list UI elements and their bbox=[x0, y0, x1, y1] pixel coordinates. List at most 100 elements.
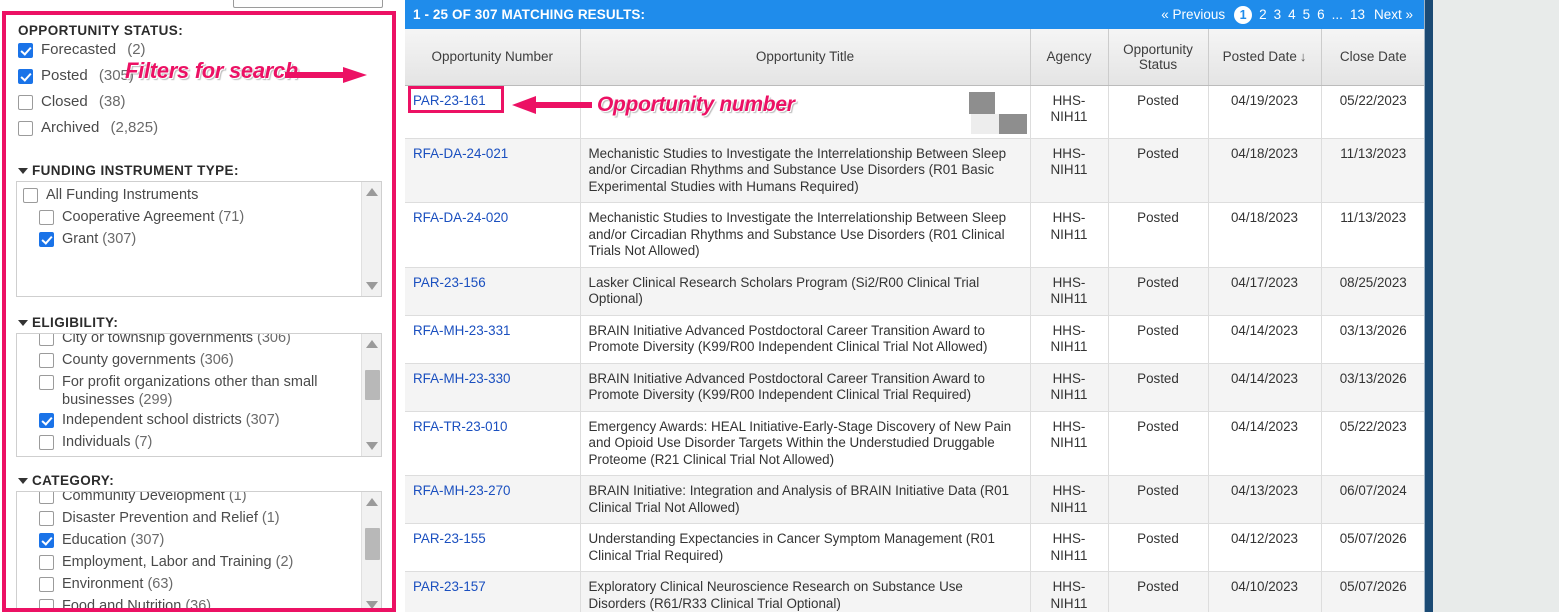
redaction-overlay bbox=[589, 93, 1022, 131]
filter-checkbox-forecasted[interactable]: Forecasted (2) bbox=[16, 41, 382, 65]
filter-checkbox-posted[interactable]: Posted (305) bbox=[16, 67, 382, 91]
pagination-page-4[interactable]: 4 bbox=[1288, 7, 1296, 22]
chevron-down-icon[interactable] bbox=[18, 320, 28, 326]
column-header-opportunity-title[interactable]: Opportunity Title bbox=[580, 29, 1030, 85]
filter-checkbox-county-governments[interactable]: County governments (306) bbox=[21, 351, 357, 371]
scroll-up-arrow-icon[interactable] bbox=[366, 188, 378, 196]
cell-posted-date: 04/17/2023 bbox=[1208, 267, 1321, 315]
section-title-funding-instrument-type[interactable]: FUNDING INSTRUMENT TYPE: bbox=[18, 163, 382, 178]
chevron-down-icon[interactable] bbox=[18, 168, 28, 174]
filter-label: Individuals bbox=[62, 434, 131, 450]
filter-checkbox-grant[interactable]: Grant (307) bbox=[21, 230, 357, 250]
checkbox-icon[interactable] bbox=[39, 435, 54, 450]
pagination: « Previous 1 2 3 4 5 6 ... 13 Next » bbox=[1159, 6, 1415, 24]
cell-opportunity-number: PAR-23-156 bbox=[405, 267, 580, 315]
filter-checkbox-community-development[interactable]: Community Development (1) bbox=[21, 491, 357, 507]
filter-checkbox-archived[interactable]: Archived (2,825) bbox=[16, 119, 382, 143]
checkbox-icon[interactable] bbox=[39, 533, 54, 548]
pagination-page-13[interactable]: 13 bbox=[1350, 7, 1365, 22]
cell-posted-date: 04/14/2023 bbox=[1208, 411, 1321, 476]
scrollbar-thumb[interactable] bbox=[365, 370, 380, 400]
opportunity-number-link[interactable]: RFA-TR-23-010 bbox=[413, 419, 508, 434]
opportunity-number-link[interactable]: PAR-23-157 bbox=[413, 579, 486, 594]
grants-search-page: OPPORTUNITY STATUS: Forecasted (2) Poste… bbox=[0, 0, 1559, 612]
filter-checkbox-all-funding-instruments[interactable]: All Funding Instruments bbox=[21, 186, 357, 206]
filter-checkbox-disaster-prevention-and-relief[interactable]: Disaster Prevention and Relief (1) bbox=[21, 509, 357, 529]
category-scrollbar[interactable] bbox=[361, 492, 381, 612]
opportunity-number-link[interactable]: RFA-MH-23-331 bbox=[413, 323, 510, 338]
right-scrollbar-rail[interactable] bbox=[1425, 0, 1433, 612]
column-header-agency[interactable]: Agency bbox=[1030, 29, 1108, 85]
eligibility-scrollbar[interactable] bbox=[361, 334, 381, 456]
filter-checkbox-employment-labor-and-training[interactable]: Employment, Labor and Training (2) bbox=[21, 553, 357, 573]
pagination-previous[interactable]: « Previous bbox=[1161, 7, 1225, 22]
table-row[interactable]: RFA-MH-23-331 BRAIN Initiative Advanced … bbox=[405, 315, 1425, 363]
opportunity-number-link[interactable]: RFA-DA-24-020 bbox=[413, 210, 508, 225]
checkbox-icon[interactable] bbox=[39, 511, 54, 526]
checkbox-icon[interactable] bbox=[39, 413, 54, 428]
table-row[interactable]: PAR-23-156 Lasker Clinical Research Scho… bbox=[405, 267, 1425, 315]
filter-count: (1) bbox=[262, 510, 280, 526]
column-header-opportunity-status[interactable]: Opportunity Status bbox=[1108, 29, 1208, 85]
checkbox-icon[interactable] bbox=[39, 375, 54, 390]
checkbox-icon[interactable] bbox=[18, 95, 33, 110]
search-field-stub[interactable] bbox=[233, 0, 383, 8]
scroll-up-arrow-icon[interactable] bbox=[366, 340, 378, 348]
table-row[interactable]: RFA-MH-23-270 BRAIN Initiative: Integrat… bbox=[405, 476, 1425, 524]
filter-checkbox-cooperative-agreement[interactable]: Cooperative Agreement (71) bbox=[21, 208, 357, 228]
table-row[interactable]: PAR-23-155 Understanding Expectancies in… bbox=[405, 524, 1425, 572]
table-row[interactable]: RFA-DA-24-021 Mechanistic Studies to Inv… bbox=[405, 138, 1425, 203]
checkbox-icon[interactable] bbox=[39, 353, 54, 368]
scroll-down-arrow-icon[interactable] bbox=[366, 442, 378, 450]
scrollbar-thumb[interactable] bbox=[365, 528, 380, 560]
pagination-page-3[interactable]: 3 bbox=[1274, 7, 1282, 22]
table-row[interactable]: PAR-23-161 HHS-NIH11 Posted 04/19/2023 0… bbox=[405, 85, 1425, 138]
checkbox-icon[interactable] bbox=[18, 43, 33, 58]
table-row[interactable]: RFA-MH-23-330 BRAIN Initiative Advanced … bbox=[405, 363, 1425, 411]
filter-checkbox-closed[interactable]: Closed (38) bbox=[16, 93, 382, 117]
opportunity-number-link[interactable]: RFA-MH-23-330 bbox=[413, 371, 510, 386]
checkbox-icon[interactable] bbox=[39, 491, 54, 504]
opportunity-number-link[interactable]: PAR-23-161 bbox=[413, 93, 486, 108]
column-header-opportunity-number[interactable]: Opportunity Number bbox=[405, 29, 580, 85]
filter-checkbox-individuals[interactable]: Individuals (7) bbox=[21, 433, 357, 453]
section-title-category[interactable]: CATEGORY: bbox=[18, 473, 382, 488]
scroll-down-arrow-icon[interactable] bbox=[366, 282, 378, 290]
column-header-close-date[interactable]: Close Date bbox=[1321, 29, 1425, 85]
pagination-page-1[interactable]: 1 bbox=[1234, 6, 1252, 24]
chevron-down-icon[interactable] bbox=[18, 478, 28, 484]
scroll-up-arrow-icon[interactable] bbox=[366, 498, 378, 506]
opportunity-number-link[interactable]: RFA-MH-23-270 bbox=[413, 483, 510, 498]
cell-agency: HHS-NIH11 bbox=[1030, 411, 1108, 476]
checkbox-icon[interactable] bbox=[39, 555, 54, 570]
pagination-page-6[interactable]: 6 bbox=[1317, 7, 1325, 22]
filter-checkbox-environment[interactable]: Environment (63) bbox=[21, 575, 357, 595]
table-row[interactable]: RFA-TR-23-010 Emergency Awards: HEAL Ini… bbox=[405, 411, 1425, 476]
filter-checkbox-education[interactable]: Education (307) bbox=[21, 531, 357, 551]
scroll-down-arrow-icon[interactable] bbox=[366, 601, 378, 609]
checkbox-icon[interactable] bbox=[18, 69, 33, 84]
table-row[interactable]: RFA-DA-24-020 Mechanistic Studies to Inv… bbox=[405, 203, 1425, 268]
checkbox-icon[interactable] bbox=[39, 232, 54, 247]
checkbox-icon[interactable] bbox=[39, 577, 54, 592]
results-panel: 1 - 25 OF 307 MATCHING RESULTS: « Previo… bbox=[405, 0, 1425, 612]
section-title-eligibility[interactable]: ELIGIBILITY: bbox=[18, 315, 382, 330]
opportunity-number-link[interactable]: PAR-23-156 bbox=[413, 275, 486, 290]
filter-checkbox-city-or-township-governments[interactable]: City or township governments (306) bbox=[21, 333, 357, 349]
funding-instrument-scrollbar[interactable] bbox=[361, 182, 381, 296]
opportunity-number-link[interactable]: PAR-23-155 bbox=[413, 531, 486, 546]
checkbox-icon[interactable] bbox=[23, 188, 38, 203]
opportunity-number-link[interactable]: RFA-DA-24-021 bbox=[413, 146, 508, 161]
filter-checkbox-for-profit-organizations[interactable]: For profit organizations other than smal… bbox=[21, 373, 357, 409]
checkbox-icon[interactable] bbox=[39, 599, 54, 612]
table-row[interactable]: PAR-23-157 Exploratory Clinical Neurosci… bbox=[405, 572, 1425, 612]
filter-checkbox-independent-school-districts[interactable]: Independent school districts (307) bbox=[21, 411, 357, 431]
checkbox-icon[interactable] bbox=[39, 333, 54, 346]
checkbox-icon[interactable] bbox=[39, 210, 54, 225]
column-header-posted-date[interactable]: Posted Date↓ bbox=[1208, 29, 1321, 85]
pagination-next[interactable]: Next » bbox=[1374, 7, 1413, 22]
pagination-page-2[interactable]: 2 bbox=[1259, 7, 1267, 22]
checkbox-icon[interactable] bbox=[18, 121, 33, 136]
pagination-page-5[interactable]: 5 bbox=[1303, 7, 1311, 22]
filter-checkbox-food-and-nutrition[interactable]: Food and Nutrition (36) bbox=[21, 597, 357, 612]
